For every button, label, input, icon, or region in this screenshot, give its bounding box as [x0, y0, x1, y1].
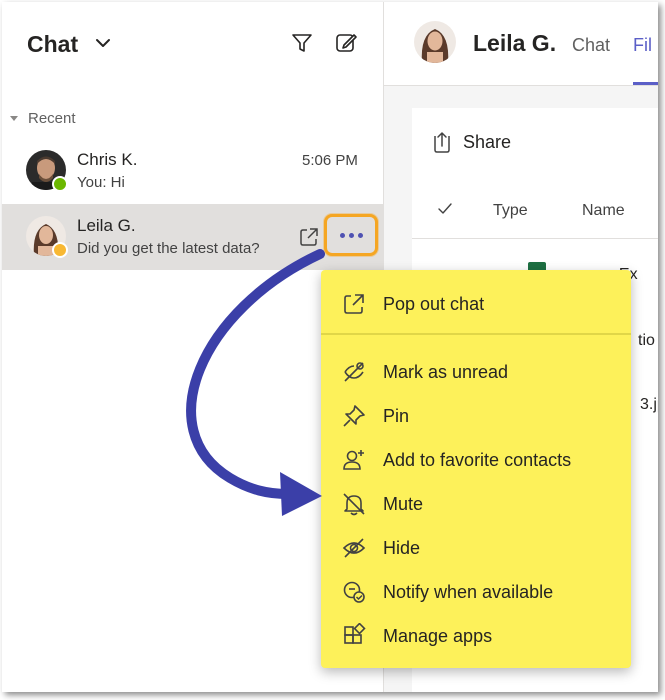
pin-icon [343, 405, 365, 427]
chat-title: Chat [27, 31, 79, 57]
column-header-type[interactable]: Type [493, 202, 528, 220]
table-divider [412, 238, 658, 239]
recent-section-toggle[interactable]: Recent [8, 108, 76, 128]
share-button[interactable]: Share [432, 130, 511, 154]
tab-files[interactable]: Fil [633, 35, 652, 56]
menu-divider [321, 333, 631, 335]
select-all-check-icon[interactable] [436, 200, 454, 218]
presence-away-icon [52, 242, 68, 258]
new-chat-icon[interactable] [334, 31, 358, 55]
chat-list-header: Chat [2, 2, 384, 86]
chat-context-menu: Pop out chat Mark as unread Pin Add to f… [321, 270, 631, 668]
add-contact-icon [343, 450, 364, 470]
chat-timestamp: 5:06 PM [302, 152, 358, 169]
chat-contact-name: Chris K. [77, 150, 138, 169]
conversation-contact-name: Leila G. [473, 30, 557, 56]
tab-chat[interactable]: Chat [572, 35, 610, 56]
chevron-down-icon[interactable] [94, 34, 112, 52]
conversation-header: Leila G. Chat Fil [384, 2, 658, 86]
filter-icon[interactable] [290, 31, 314, 55]
menu-item-label: Pop out chat [383, 293, 485, 314]
menu-item-add-favorite[interactable]: Add to favorite contacts [321, 440, 631, 480]
more-options-button[interactable] [324, 214, 378, 256]
chat-message-preview: You: Hi [77, 174, 125, 191]
menu-item-label: Notify when available [383, 581, 554, 602]
menu-item-manage-apps[interactable]: Manage apps [321, 616, 631, 656]
more-options-icon [339, 232, 363, 238]
presence-available-icon [52, 176, 68, 192]
menu-item-pin[interactable]: Pin [321, 396, 631, 436]
apps-icon [344, 623, 366, 644]
chat-list-item-selected[interactable]: Leila G. Did you get the latest data? [2, 204, 384, 270]
file-name[interactable]: tio [638, 332, 655, 350]
share-upload-icon [434, 132, 450, 153]
menu-item-label: Manage apps [383, 625, 493, 646]
pop-out-icon [344, 294, 364, 314]
mute-bell-icon [343, 493, 365, 516]
menu-item-label: Mute [383, 493, 424, 514]
pop-out-icon[interactable] [298, 226, 320, 248]
chat-list-item[interactable]: Chris K. You: Hi 5:06 PM [2, 138, 384, 204]
menu-item-label: Hide [383, 537, 421, 558]
chat-message-preview: Did you get the latest data? [77, 240, 260, 257]
menu-item-mark-unread[interactable]: Mark as unread [321, 352, 631, 392]
column-header-name[interactable]: Name [582, 202, 625, 220]
hide-eye-icon [342, 538, 366, 558]
avatar [414, 21, 456, 63]
menu-item-notify-available[interactable]: Notify when available [321, 572, 631, 612]
menu-item-label: Add to favorite contacts [383, 449, 572, 470]
menu-item-mute[interactable]: Mute [321, 484, 631, 524]
recent-section-label: Recent [28, 109, 76, 127]
active-tab-indicator [633, 82, 658, 85]
notify-status-icon [343, 581, 365, 603]
menu-item-label: Pin [383, 405, 410, 426]
share-label: Share [463, 131, 512, 152]
files-table-header: Type Name [412, 192, 658, 232]
menu-item-hide[interactable]: Hide [321, 528, 631, 568]
menu-item-pop-out-chat[interactable]: Pop out chat [321, 284, 631, 324]
caret-down-icon [10, 116, 18, 121]
file-name[interactable]: 3.jp [640, 396, 658, 414]
mark-unread-icon [344, 362, 364, 382]
screenshot-frame: Chat Recent Chris K. You: Hi 5:06 PM Lei… [2, 2, 658, 692]
menu-item-label: Mark as unread [383, 361, 509, 382]
chat-contact-name: Leila G. [77, 216, 136, 235]
